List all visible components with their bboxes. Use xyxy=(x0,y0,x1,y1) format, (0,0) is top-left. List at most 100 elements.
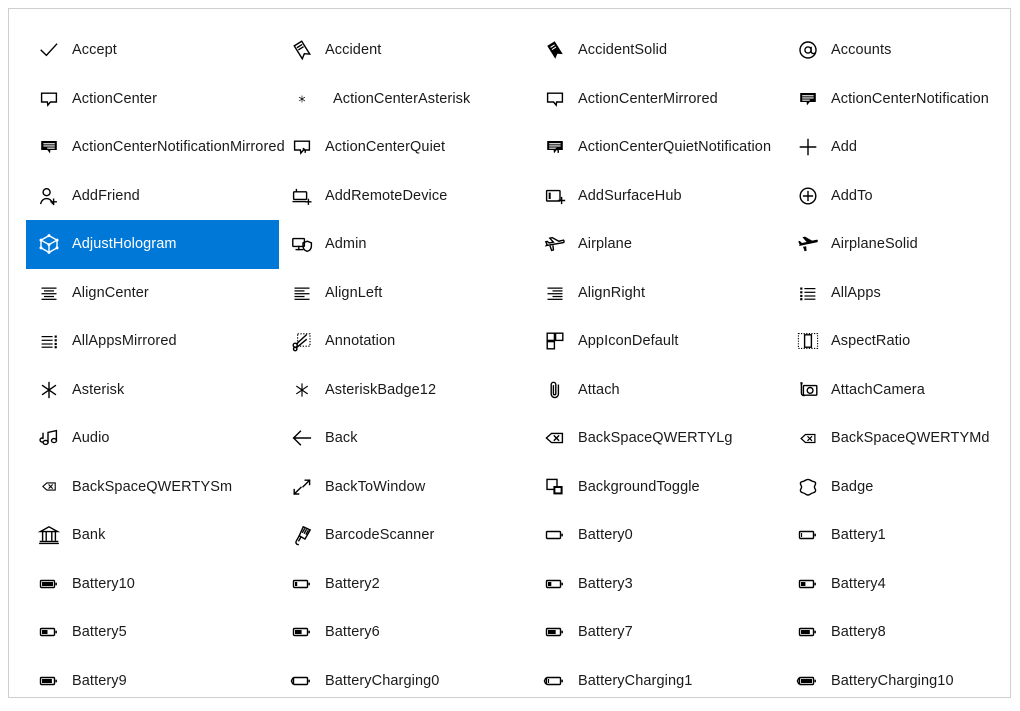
icon-label: Battery3 xyxy=(578,575,633,592)
icon-label: Battery7 xyxy=(578,624,633,641)
icon-item-actioncentermirrored[interactable]: ActionCenterMirrored xyxy=(532,75,785,124)
icon-label: AppIconDefault xyxy=(578,333,679,350)
icon-item-battery0[interactable]: Battery0 xyxy=(532,511,785,560)
icon-label: AccidentSolid xyxy=(578,42,668,59)
icon-label: Battery5 xyxy=(72,624,127,641)
icon-label: AsteriskBadge12 xyxy=(325,381,437,398)
battery1-icon xyxy=(793,520,823,550)
icon-label: BatteryCharging1 xyxy=(578,672,693,689)
icon-label: AddSurfaceHub xyxy=(578,187,682,204)
icon-item-backgroundtoggle[interactable]: BackgroundToggle xyxy=(532,463,785,512)
accident-icon xyxy=(287,35,317,65)
back-to-window-icon xyxy=(287,472,317,502)
icon-item-actioncenternotification[interactable]: ActionCenterNotification xyxy=(785,75,1010,124)
icon-item-battery2[interactable]: Battery2 xyxy=(279,560,532,609)
icon-item-alignleft[interactable]: AlignLeft xyxy=(279,269,532,318)
icon-label: Accident xyxy=(325,42,382,59)
icon-item-batterycharging0[interactable]: BatteryCharging0 xyxy=(279,657,532,698)
background-toggle-icon xyxy=(540,472,570,502)
icon-item-annotation[interactable]: Annotation xyxy=(279,317,532,366)
icon-item-backspaceqwertylg[interactable]: BackSpaceQWERTYLg xyxy=(532,414,785,463)
icon-label: BackgroundToggle xyxy=(578,478,700,495)
icon-label: Audio xyxy=(72,430,110,447)
icon-item-aspectratio[interactable]: AspectRatio xyxy=(785,317,1010,366)
icon-item-addsurfacehub[interactable]: AddSurfaceHub xyxy=(532,172,785,221)
adjust-hologram-icon xyxy=(34,229,64,259)
action-center-notification-mirrored-icon xyxy=(34,132,64,162)
icon-item-add[interactable]: Add xyxy=(785,123,1010,172)
battery8-icon xyxy=(793,617,823,647)
icon-item-actioncenterasterisk[interactable]: ActionCenterAsterisk xyxy=(279,75,532,124)
icon-item-battery6[interactable]: Battery6 xyxy=(279,608,532,657)
icon-item-alignright[interactable]: AlignRight xyxy=(532,269,785,318)
align-right-icon xyxy=(540,278,570,308)
icon-label: AttachCamera xyxy=(831,381,925,398)
accept-check-icon xyxy=(34,35,64,65)
action-center-quiet-icon xyxy=(287,132,317,162)
icon-label: Accept xyxy=(72,42,117,59)
icon-item-battery5[interactable]: Battery5 xyxy=(26,608,279,657)
icon-item-badge[interactable]: Badge xyxy=(785,463,1010,512)
icon-item-adjusthologram[interactable]: AdjustHologram xyxy=(26,220,279,269)
icon-label: Asterisk xyxy=(72,381,125,398)
icon-item-batterycharging1[interactable]: BatteryCharging1 xyxy=(532,657,785,698)
icon-item-actioncenternotificationmirrored[interactable]: ActionCenterNotificationMirrored xyxy=(26,123,285,172)
battery3-icon xyxy=(540,569,570,599)
align-center-icon xyxy=(34,278,64,308)
annotation-scissors-icon xyxy=(287,326,317,356)
icon-item-asterisk[interactable]: Asterisk xyxy=(26,366,279,415)
icon-item-battery4[interactable]: Battery4 xyxy=(785,560,1010,609)
battery-charging0-icon xyxy=(287,666,317,696)
icon-item-bank[interactable]: Bank xyxy=(26,511,279,560)
icon-item-battery7[interactable]: Battery7 xyxy=(532,608,785,657)
icon-item-allappsmirrored[interactable]: AllAppsMirrored xyxy=(26,317,279,366)
icon-item-battery1[interactable]: Battery1 xyxy=(785,511,1010,560)
icon-label: ActionCenter xyxy=(72,90,158,107)
icon-label: AlignRight xyxy=(578,284,646,301)
icon-label: Admin xyxy=(325,236,367,253)
badge-icon xyxy=(793,472,823,502)
action-center-icon xyxy=(34,84,64,114)
icon-item-asteriskbadge12[interactable]: AsteriskBadge12 xyxy=(279,366,532,415)
icon-item-airplanesolid[interactable]: AirplaneSolid xyxy=(785,220,1010,269)
icon-item-airplane[interactable]: Airplane xyxy=(532,220,785,269)
icon-label: BackSpaceQWERTYSm xyxy=(72,478,233,495)
icon-item-addfriend[interactable]: AddFriend xyxy=(26,172,279,221)
icon-item-backspaceqwertymd[interactable]: BackSpaceQWERTYMd xyxy=(785,414,1010,463)
icon-item-attachcamera[interactable]: AttachCamera xyxy=(785,366,1010,415)
icon-label: Accounts xyxy=(831,42,892,59)
icon-item-addto[interactable]: AddTo xyxy=(785,172,1010,221)
icon-item-back[interactable]: Back xyxy=(279,414,532,463)
icon-item-battery9[interactable]: Battery9 xyxy=(26,657,279,698)
icon-item-actioncenter[interactable]: ActionCenter xyxy=(26,75,279,124)
icon-item-actioncenterquiet[interactable]: ActionCenterQuiet xyxy=(279,123,532,172)
icon-item-batterycharging10[interactable]: BatteryCharging10 xyxy=(785,657,1010,698)
back-arrow-icon xyxy=(287,423,317,453)
icon-item-allapps[interactable]: AllApps xyxy=(785,269,1010,318)
icon-item-battery8[interactable]: Battery8 xyxy=(785,608,1010,657)
icon-item-attach[interactable]: Attach xyxy=(532,366,785,415)
icon-item-appicondefault[interactable]: AppIconDefault xyxy=(532,317,785,366)
app-icon-default-icon xyxy=(540,326,570,356)
icon-item-battery3[interactable]: Battery3 xyxy=(532,560,785,609)
attach-paperclip-icon xyxy=(540,375,570,405)
icon-item-admin[interactable]: Admin xyxy=(279,220,532,269)
icon-item-accept[interactable]: Accept xyxy=(26,26,279,75)
accounts-at-icon xyxy=(793,35,823,65)
icon-item-backspaceqwertysm[interactable]: BackSpaceQWERTYSm xyxy=(26,463,279,512)
icon-label: Badge xyxy=(831,478,874,495)
icon-item-audio[interactable]: Audio xyxy=(26,414,279,463)
icon-item-actioncenterquietnotification[interactable]: ActionCenterQuietNotification xyxy=(532,123,785,172)
icon-label: AdjustHologram xyxy=(72,236,177,253)
icon-label: ActionCenterMirrored xyxy=(578,90,718,107)
icon-item-accidentsolid[interactable]: AccidentSolid xyxy=(532,26,785,75)
icon-item-accident[interactable]: Accident xyxy=(279,26,532,75)
icon-item-addremotedevice[interactable]: AddRemoteDevice xyxy=(279,172,532,221)
icon-item-accounts[interactable]: Accounts xyxy=(785,26,1010,75)
icon-item-barcodescanner[interactable]: BarcodeScanner xyxy=(279,511,532,560)
icon-item-backtowindow[interactable]: BackToWindow xyxy=(279,463,532,512)
icon-label: Attach xyxy=(578,381,620,398)
admin-shield-icon xyxy=(287,229,317,259)
icon-item-battery10[interactable]: Battery10 xyxy=(26,560,279,609)
icon-item-aligncenter[interactable]: AlignCenter xyxy=(26,269,279,318)
